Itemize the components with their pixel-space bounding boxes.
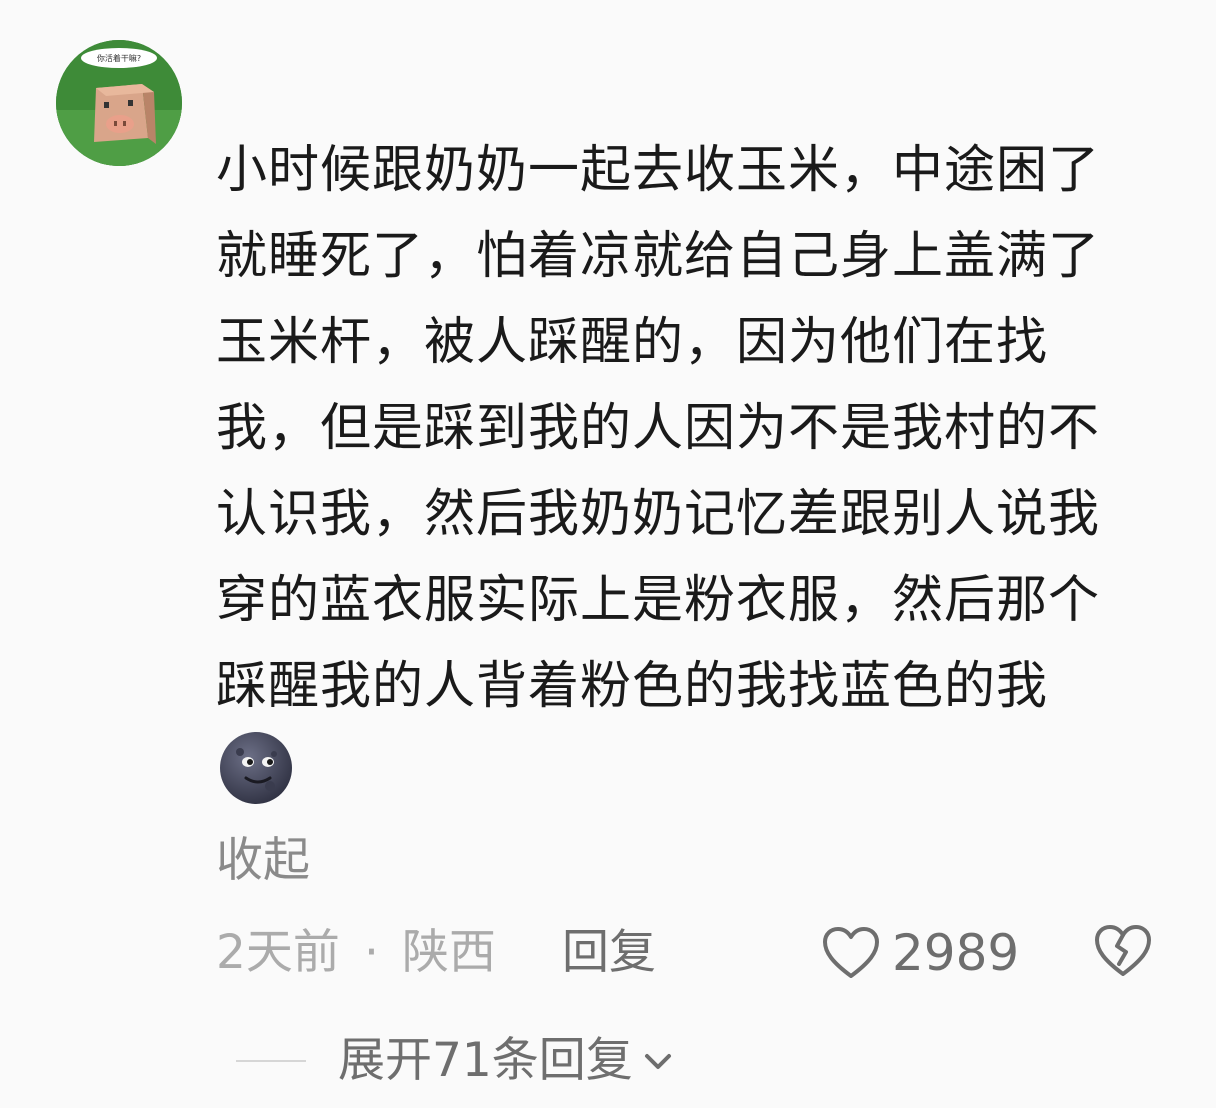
- expand-replies-label: 展开71条回复: [338, 1033, 633, 1088]
- dislike-button[interactable]: [1094, 924, 1152, 982]
- like-button[interactable]: 2989: [822, 922, 1019, 984]
- comment-body: 小时候跟奶奶一起去收玉米，中途困了就睡死了，怕着凉就给自己身上盖满了玉米杆，被人…: [216, 128, 1116, 821]
- broken-heart-icon: [1095, 925, 1151, 976]
- collapse-button[interactable]: 收起: [216, 828, 310, 894]
- comment-item: 你活着干嘛? 小时候跟奶奶一起去收玉米，中途困了就睡死了，怕着凉就给自己身上盖满…: [0, 0, 1216, 1108]
- new-moon-face-emoji-icon: [220, 732, 292, 804]
- expand-replies-button[interactable]: 展开71条回复: [236, 1026, 675, 1096]
- heart-outline-icon: [823, 927, 879, 978]
- avatar-caption: 你活着干嘛?: [97, 53, 141, 63]
- comment-text: 小时候跟奶奶一起去收玉米，中途困了就睡死了，怕着凉就给自己身上盖满了玉米杆，被人…: [216, 141, 1101, 716]
- comment-meta: 2天前 · 陕西 回复 2989: [216, 918, 1156, 988]
- pig-avatar-icon: 你活着干嘛?: [56, 40, 182, 166]
- comment-time: 2天前: [216, 925, 340, 980]
- meta-separator: ·: [364, 925, 379, 980]
- avatar[interactable]: 你活着干嘛?: [56, 40, 182, 166]
- chevron-down-icon: [644, 1054, 671, 1069]
- like-count: 2989: [892, 924, 1020, 982]
- comment-location: 陕西: [402, 925, 496, 980]
- reply-button[interactable]: 回复: [562, 918, 656, 988]
- divider-line: [236, 1060, 306, 1062]
